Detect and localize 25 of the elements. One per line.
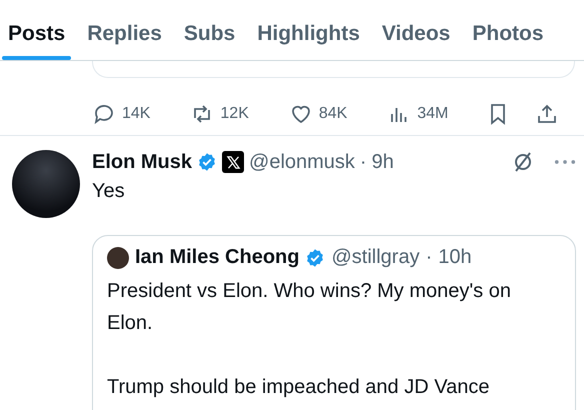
author-name: Ian Miles Cheong (135, 246, 300, 269)
reply-button[interactable]: 14K (92, 102, 190, 126)
tab[interactable]: Photos (466, 0, 550, 60)
x-logo-icon (222, 151, 244, 173)
like-button[interactable]: 84K (288, 102, 388, 126)
post-text: Yes (92, 180, 126, 203)
tab[interactable]: Posts (2, 0, 72, 60)
quoted-text: President vs Elon. Who wins? My money's on Elon. (107, 279, 512, 336)
quoted-post-card[interactable]: Ian Miles Cheong @stillgray · 10h President vs Elon. Who wins? My money's on Elon. Trump should be impeached and JD Vance (92, 235, 576, 410)
post-time[interactable]: 9h (372, 150, 394, 174)
author-handle: @stillgray (331, 246, 420, 269)
author-handle[interactable]: @elonmusk (249, 150, 355, 174)
repost-button[interactable]: 12K (190, 102, 289, 126)
tab[interactable]: Replies (81, 0, 168, 60)
author-name[interactable]: Elon Musk (92, 150, 192, 174)
quoted-text: Trump should be impeached and JD Vance (107, 375, 490, 400)
tab[interactable]: Highlights (251, 0, 366, 60)
post-time: 10h (438, 246, 472, 269)
tab[interactable]: Subs (178, 0, 242, 60)
avatar (107, 246, 129, 268)
separator-dot: · (360, 150, 367, 174)
tab[interactable]: Videos (376, 0, 456, 60)
views-button[interactable]: 34M (387, 102, 486, 126)
separator-dot: · (426, 246, 432, 269)
more-icon[interactable] (554, 158, 576, 166)
